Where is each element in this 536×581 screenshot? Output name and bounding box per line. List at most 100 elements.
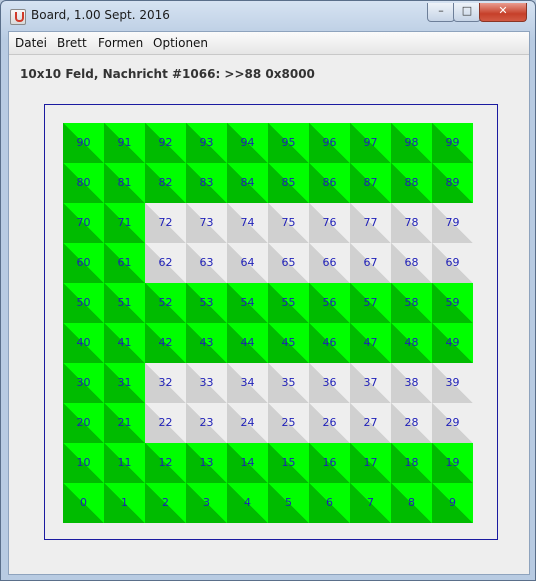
board-cell-92[interactable]: 92: [145, 123, 186, 163]
board-cell-31[interactable]: 31: [104, 363, 145, 403]
board-cell-47[interactable]: 47: [350, 323, 391, 363]
board-cell-21[interactable]: 21: [104, 403, 145, 443]
board-cell-44[interactable]: 44: [227, 323, 268, 363]
board-cell-7[interactable]: 7: [350, 483, 391, 523]
board-cell-86[interactable]: 86: [309, 163, 350, 203]
board-cell-76[interactable]: 76: [309, 203, 350, 243]
board-cell-22[interactable]: 22: [145, 403, 186, 443]
board-cell-39[interactable]: 39: [432, 363, 473, 403]
board-cell-91[interactable]: 91: [104, 123, 145, 163]
board-cell-78[interactable]: 78: [391, 203, 432, 243]
board-cell-26[interactable]: 26: [309, 403, 350, 443]
board-cell-59[interactable]: 59: [432, 283, 473, 323]
board-cell-82[interactable]: 82: [145, 163, 186, 203]
board-cell-29[interactable]: 29: [432, 403, 473, 443]
board-cell-58[interactable]: 58: [391, 283, 432, 323]
board-cell-64[interactable]: 64: [227, 243, 268, 283]
board-cell-3[interactable]: 3: [186, 483, 227, 523]
board-cell-11[interactable]: 11: [104, 443, 145, 483]
board-cell-83[interactable]: 83: [186, 163, 227, 203]
board-cell-74[interactable]: 74: [227, 203, 268, 243]
menu-brett[interactable]: Brett: [57, 36, 87, 50]
board-cell-10[interactable]: 10: [63, 443, 104, 483]
board-cell-87[interactable]: 87: [350, 163, 391, 203]
board-cell-45[interactable]: 45: [268, 323, 309, 363]
menu-optionen[interactable]: Optionen: [153, 36, 208, 50]
board-cell-96[interactable]: 96: [309, 123, 350, 163]
board-cell-84[interactable]: 84: [227, 163, 268, 203]
board-cell-0[interactable]: 0: [63, 483, 104, 523]
board-cell-75[interactable]: 75: [268, 203, 309, 243]
board-cell-63[interactable]: 63: [186, 243, 227, 283]
board-cell-41[interactable]: 41: [104, 323, 145, 363]
board-cell-30[interactable]: 30: [63, 363, 104, 403]
board-cell-40[interactable]: 40: [63, 323, 104, 363]
board-cell-17[interactable]: 17: [350, 443, 391, 483]
board-cell-68[interactable]: 68: [391, 243, 432, 283]
board-cell-50[interactable]: 50: [63, 283, 104, 323]
board-cell-71[interactable]: 71: [104, 203, 145, 243]
board-cell-89[interactable]: 89: [432, 163, 473, 203]
board-cell-65[interactable]: 65: [268, 243, 309, 283]
board-cell-77[interactable]: 77: [350, 203, 391, 243]
board-cell-49[interactable]: 49: [432, 323, 473, 363]
board-cell-27[interactable]: 27: [350, 403, 391, 443]
board-cell-43[interactable]: 43: [186, 323, 227, 363]
board-cell-24[interactable]: 24: [227, 403, 268, 443]
board-cell-15[interactable]: 15: [268, 443, 309, 483]
board-cell-12[interactable]: 12: [145, 443, 186, 483]
board-cell-4[interactable]: 4: [227, 483, 268, 523]
board-cell-23[interactable]: 23: [186, 403, 227, 443]
board-cell-8[interactable]: 8: [391, 483, 432, 523]
board-cell-55[interactable]: 55: [268, 283, 309, 323]
board-cell-18[interactable]: 18: [391, 443, 432, 483]
board-cell-2[interactable]: 2: [145, 483, 186, 523]
board-cell-1[interactable]: 1: [104, 483, 145, 523]
board-cell-98[interactable]: 98: [391, 123, 432, 163]
board-cell-62[interactable]: 62: [145, 243, 186, 283]
board-cell-70[interactable]: 70: [63, 203, 104, 243]
menu-formen[interactable]: Formen: [98, 36, 143, 50]
board-cell-28[interactable]: 28: [391, 403, 432, 443]
board-cell-51[interactable]: 51: [104, 283, 145, 323]
board-cell-69[interactable]: 69: [432, 243, 473, 283]
title-bar[interactable]: Board, 1.00 Sept. 2016 – □ ✕: [1, 1, 535, 31]
board-cell-99[interactable]: 99: [432, 123, 473, 163]
board-cell-34[interactable]: 34: [227, 363, 268, 403]
board-cell-13[interactable]: 13: [186, 443, 227, 483]
board-cell-90[interactable]: 90: [63, 123, 104, 163]
board-cell-38[interactable]: 38: [391, 363, 432, 403]
board-cell-46[interactable]: 46: [309, 323, 350, 363]
board-cell-9[interactable]: 9: [432, 483, 473, 523]
board-cell-53[interactable]: 53: [186, 283, 227, 323]
board-cell-60[interactable]: 60: [63, 243, 104, 283]
board-cell-5[interactable]: 5: [268, 483, 309, 523]
board-cell-67[interactable]: 67: [350, 243, 391, 283]
board-cell-42[interactable]: 42: [145, 323, 186, 363]
board-cell-16[interactable]: 16: [309, 443, 350, 483]
board-cell-32[interactable]: 32: [145, 363, 186, 403]
board-cell-48[interactable]: 48: [391, 323, 432, 363]
board-cell-72[interactable]: 72: [145, 203, 186, 243]
board-cell-61[interactable]: 61: [104, 243, 145, 283]
board-cell-79[interactable]: 79: [432, 203, 473, 243]
board-cell-14[interactable]: 14: [227, 443, 268, 483]
board-cell-52[interactable]: 52: [145, 283, 186, 323]
board-cell-36[interactable]: 36: [309, 363, 350, 403]
board-cell-37[interactable]: 37: [350, 363, 391, 403]
minimize-button[interactable]: –: [427, 3, 455, 22]
board-cell-93[interactable]: 93: [186, 123, 227, 163]
board-cell-25[interactable]: 25: [268, 403, 309, 443]
board-cell-57[interactable]: 57: [350, 283, 391, 323]
board-cell-88[interactable]: 88: [391, 163, 432, 203]
board-cell-6[interactable]: 6: [309, 483, 350, 523]
board-cell-66[interactable]: 66: [309, 243, 350, 283]
board-cell-97[interactable]: 97: [350, 123, 391, 163]
board-cell-35[interactable]: 35: [268, 363, 309, 403]
board-cell-54[interactable]: 54: [227, 283, 268, 323]
close-button[interactable]: ✕: [479, 3, 527, 22]
board-cell-73[interactable]: 73: [186, 203, 227, 243]
board-cell-95[interactable]: 95: [268, 123, 309, 163]
board-cell-19[interactable]: 19: [432, 443, 473, 483]
board-cell-33[interactable]: 33: [186, 363, 227, 403]
